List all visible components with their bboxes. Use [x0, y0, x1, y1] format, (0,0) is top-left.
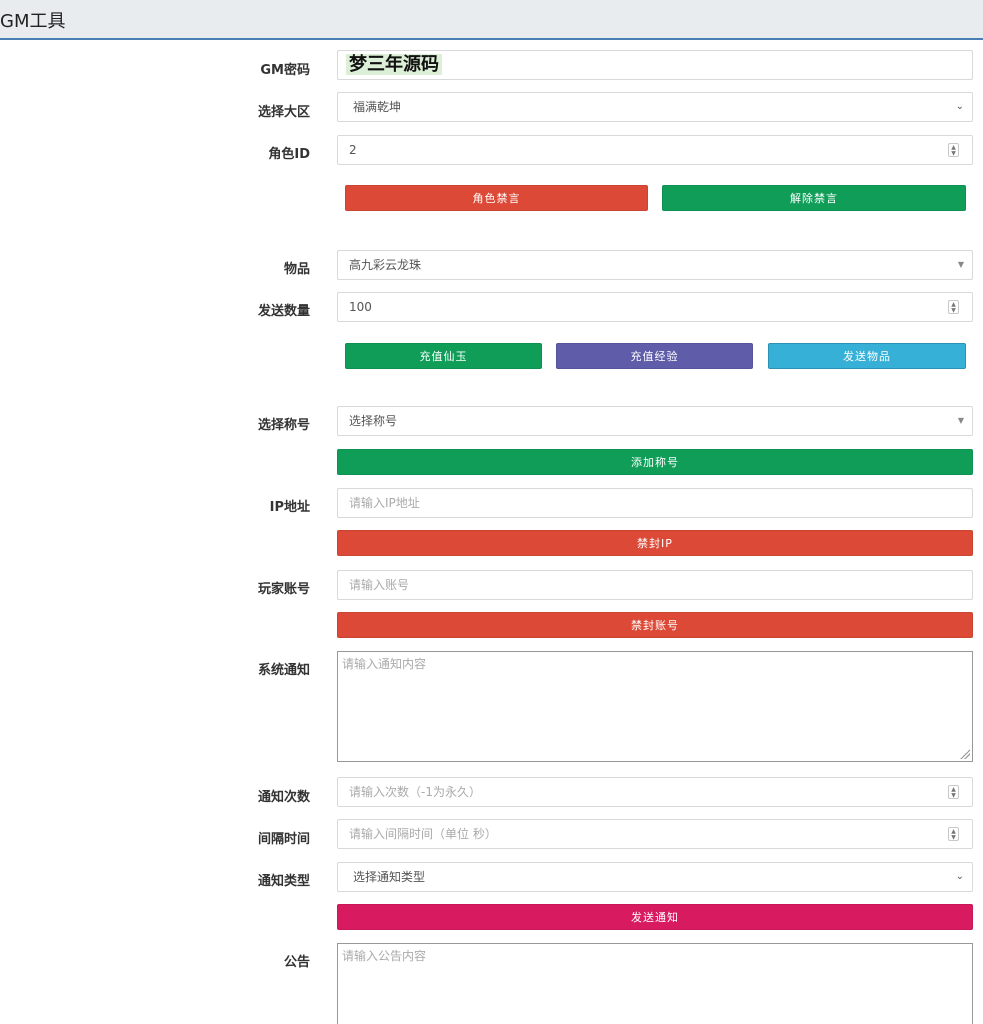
announcement-label: 公告 [283, 955, 310, 970]
account-label: 玩家账号 [257, 582, 310, 597]
recharge-jade-button[interactable]: 充值仙玉 [345, 343, 542, 369]
page-header: GM工具 [0, 0, 983, 40]
item-label: 物品 [283, 262, 310, 277]
notice-type-select[interactable]: 选择通知类型 ⌄ [337, 862, 973, 892]
triangle-down-icon: ▼ [957, 416, 964, 425]
account-placeholder: 请输入账号 [349, 578, 410, 592]
interval-placeholder: 请输入间隔时间（单位 秒） [349, 827, 497, 841]
spinner-icon[interactable]: ▲ ▼ [948, 785, 959, 799]
interval-label: 间隔时间 [257, 832, 310, 847]
ban-ip-button[interactable]: 禁封IP [337, 530, 973, 556]
notice-type-label: 通知类型 [257, 874, 310, 889]
unmute-role-button[interactable]: 解除禁言 [662, 185, 966, 211]
recharge-exp-button[interactable]: 充值经验 [556, 343, 753, 369]
resize-handle-icon[interactable] [960, 749, 970, 759]
ip-input[interactable]: 请输入IP地址 [337, 488, 973, 518]
interval-input[interactable]: 请输入间隔时间（单位 秒） ▲ ▼ [337, 819, 973, 849]
item-value: 高九彩云龙珠 [349, 258, 422, 272]
title-select-label: 选择称号 [257, 418, 310, 433]
send-item-button[interactable]: 发送物品 [768, 343, 966, 369]
zone-select[interactable]: 福满乾坤 ⌄ [337, 92, 973, 122]
account-input[interactable]: 请输入账号 [337, 570, 973, 600]
send-notice-button[interactable]: 发送通知 [337, 904, 973, 930]
spinner-icon[interactable]: ▲ ▼ [948, 300, 959, 314]
notice-count-label: 通知次数 [257, 790, 310, 805]
spinner-icon[interactable]: ▲ ▼ [948, 143, 959, 157]
notice-count-placeholder: 请输入次数（-1为永久） [349, 785, 481, 799]
role-id-input[interactable]: 2 ▲ ▼ [337, 135, 973, 165]
triangle-down-icon: ▼ [957, 260, 964, 269]
notice-type-value: 选择通知类型 [353, 870, 426, 884]
quantity-input[interactable]: 100 ▲ ▼ [337, 292, 973, 322]
add-title-button[interactable]: 添加称号 [337, 449, 973, 475]
mute-role-button[interactable]: 角色禁言 [345, 185, 648, 211]
quantity-label: 发送数量 [257, 304, 310, 319]
page-title: GM工具 [0, 11, 66, 32]
ip-placeholder: 请输入IP地址 [349, 496, 420, 510]
ip-label: IP地址 [269, 500, 310, 515]
role-id-value: 2 [349, 143, 357, 157]
notice-count-input[interactable]: 请输入次数（-1为永久） ▲ ▼ [337, 777, 973, 807]
title-select[interactable]: 选择称号 ▼ [337, 406, 973, 436]
gm-password-label: GM密码 [260, 63, 310, 78]
zone-label: 选择大区 [257, 105, 310, 120]
ban-account-button[interactable]: 禁封账号 [337, 612, 973, 638]
role-id-label: 角色ID [268, 147, 310, 162]
quantity-value: 100 [349, 300, 372, 314]
zone-value: 福满乾坤 [353, 100, 402, 114]
item-select[interactable]: 高九彩云龙珠 ▼ [337, 250, 973, 280]
notice-placeholder: 请输入通知内容 [342, 657, 427, 671]
chevron-down-icon: ⌄ [955, 101, 964, 112]
gm-password-value: 梦三年源码 [346, 54, 442, 75]
title-select-value: 选择称号 [349, 414, 398, 428]
notice-textarea[interactable]: 请输入通知内容 [337, 651, 973, 762]
gm-password-field[interactable]: 梦三年源码 [337, 50, 973, 80]
notice-label: 系统通知 [257, 663, 310, 678]
chevron-down-icon: ⌄ [955, 871, 964, 882]
announcement-placeholder: 请输入公告内容 [342, 949, 427, 963]
announcement-textarea[interactable]: 请输入公告内容 [337, 943, 973, 1024]
spinner-icon[interactable]: ▲ ▼ [948, 827, 959, 841]
